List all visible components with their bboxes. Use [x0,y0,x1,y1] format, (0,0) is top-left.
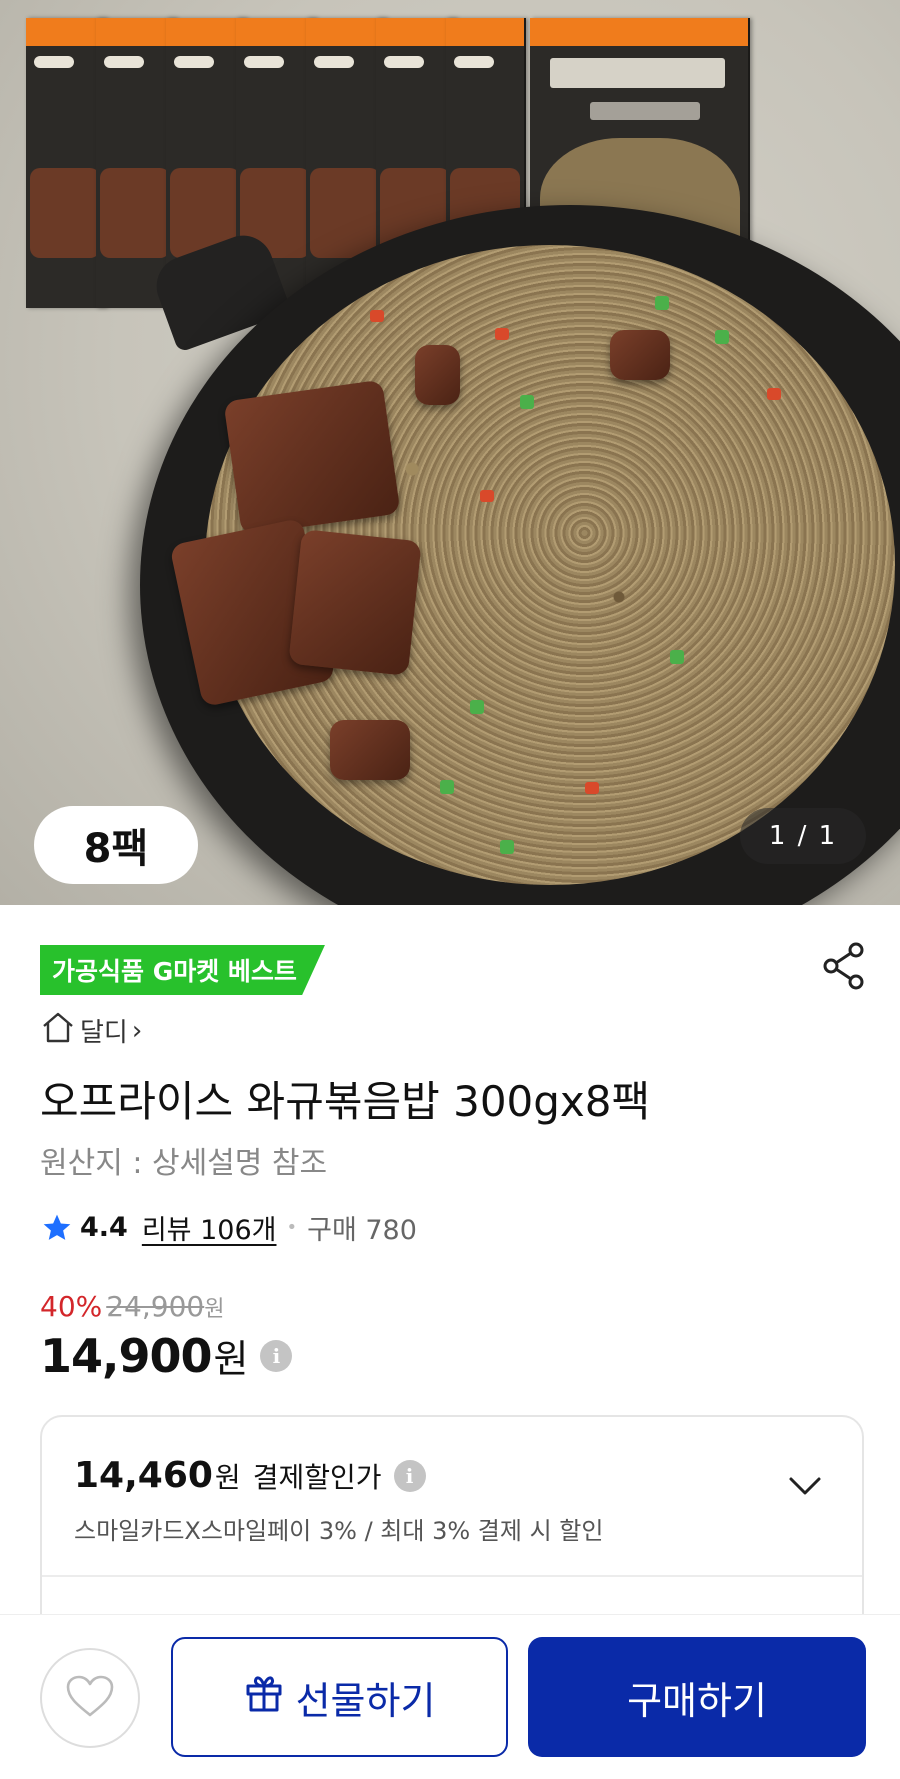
star-icon [40,1212,74,1244]
gift-icon [244,1673,284,1722]
payment-discount-unit: 원 [214,1460,241,1494]
info-icon[interactable]: i [260,1339,293,1372]
payment-discount-label: 결제할인가 [252,1460,382,1494]
rating-row: 4.4 리뷰 106개 • 구매 780 [40,1208,417,1247]
separator-dot: • [286,1217,298,1238]
original-price-unit: 원 [204,1297,225,1322]
payment-discount-line: 14,460 원 결제할인가 i [74,1455,426,1496]
rating-score: 4.4 [80,1212,128,1243]
store-name: 달디 [80,1018,128,1048]
home-icon [40,1010,76,1051]
card-divider [42,1575,862,1577]
payment-discount-price: 14,460 [74,1455,213,1496]
product-title: 오프라이스 와규볶음밥 300gx8팩 [40,1077,651,1126]
original-price: 24,900 [106,1290,205,1323]
product-image[interactable]: 8팩 1 / 1 [0,0,900,905]
purchase-count: 구매 780 [307,1215,417,1246]
sale-price-unit: 원 [213,1337,249,1381]
reviews-link[interactable]: 리뷰 106개 [142,1208,277,1247]
chevron-right-icon: › [131,1015,143,1046]
chevron-down-icon[interactable] [788,1475,822,1497]
store-link[interactable]: 달디 › [40,1010,142,1051]
product-origin: 원산지 : 상세설명 참조 [40,1146,328,1181]
heart-icon [65,1674,115,1722]
image-counter: 1 / 1 [740,808,866,864]
sale-price: 14,900 [40,1328,213,1383]
best-seller-badge: 가공식품 G마켓 베스트 [40,945,325,995]
price-row: 14,900 원 i [40,1328,293,1383]
payment-discount-description: 스마일카드X스마일페이 3% / 최대 3% 결제 시 할인 [74,1517,604,1545]
wishlist-button[interactable] [40,1648,140,1748]
buy-button[interactable]: 구매하기 [528,1637,866,1757]
discount-row: 40% 24,900 원 [40,1290,224,1323]
gift-button-label: 선물하기 [295,1678,436,1723]
share-icon[interactable] [820,940,868,992]
info-icon[interactable]: i [393,1459,426,1492]
gift-button[interactable]: 선물하기 [171,1637,508,1757]
bottom-action-bar: 선물하기 구매하기 [0,1614,900,1779]
discount-percent: 40% [40,1290,103,1323]
pack-count-badge: 8팩 [34,806,198,884]
